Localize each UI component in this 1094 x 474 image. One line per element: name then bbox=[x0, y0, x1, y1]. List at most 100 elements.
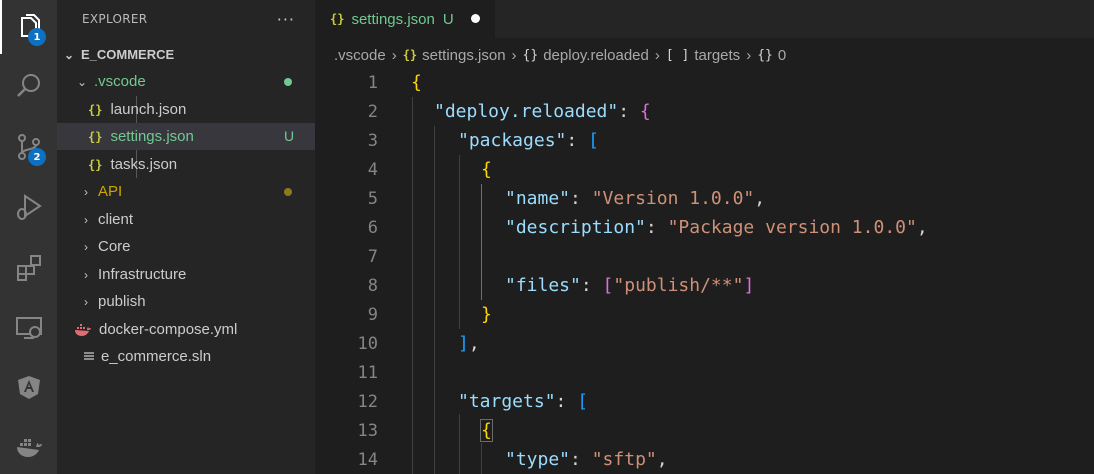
tree-item-label: API bbox=[98, 183, 123, 200]
explorer-header: EXPLORER ··· bbox=[57, 0, 315, 38]
code-brace: { bbox=[481, 159, 492, 180]
code-bracket: ] bbox=[458, 333, 469, 354]
json-key: "deploy.reloaded" bbox=[434, 101, 619, 122]
source-control-activity-button[interactable]: 2 bbox=[0, 120, 57, 174]
explorer-title: EXPLORER bbox=[82, 12, 148, 26]
tab-bar: {} settings.json U bbox=[315, 0, 1094, 38]
tree-item-settings-json[interactable]: {} settings.json U bbox=[57, 123, 315, 150]
json-comma: , bbox=[754, 188, 766, 209]
run-debug-activity-button[interactable] bbox=[0, 180, 57, 234]
chevron-down-icon: ⌄ bbox=[76, 74, 88, 89]
tree-item-infrastructure-folder[interactable]: › Infrastructure bbox=[57, 261, 315, 288]
docker-activity-button[interactable] bbox=[0, 420, 57, 474]
json-string: "Version 1.0.0" bbox=[591, 188, 755, 209]
chevron-right-icon: › bbox=[84, 184, 88, 199]
angular-icon bbox=[17, 376, 40, 399]
explorer-sidebar: EXPLORER ··· ⌄ E_COMMERCE ⌄ .vscode {} l… bbox=[57, 0, 315, 474]
tree-item-label: Infrastructure bbox=[98, 266, 187, 283]
breadcrumb-deploy-reloaded[interactable]: deploy.reloaded bbox=[543, 47, 649, 64]
tree-item-label: publish bbox=[98, 293, 146, 310]
tree-item-publish-folder[interactable]: › publish bbox=[57, 288, 315, 315]
json-file-icon: {} bbox=[88, 157, 103, 172]
tab-settings-json[interactable]: {} settings.json U bbox=[315, 0, 495, 38]
code-content: "description": "Package version 1.0.0", bbox=[505, 217, 928, 238]
code-brace: } bbox=[481, 304, 492, 325]
modified-dot-icon bbox=[284, 188, 292, 196]
code-line: 9 } bbox=[315, 300, 1094, 329]
code-content: "packages": [ bbox=[458, 130, 599, 151]
code-bracket: [ bbox=[602, 275, 614, 296]
remote-explorer-icon bbox=[15, 317, 42, 339]
tree-item-core-folder[interactable]: › Core bbox=[57, 233, 315, 260]
code-line: 1 { bbox=[315, 68, 1094, 97]
tab-untracked-badge: U bbox=[442, 10, 454, 28]
code-brace: { bbox=[481, 420, 492, 441]
line-number: 13 bbox=[357, 420, 378, 441]
tree-item-vscode-folder[interactable]: ⌄ .vscode bbox=[57, 68, 315, 95]
code-content: "deploy.reloaded": { bbox=[434, 101, 651, 122]
file-lines-icon bbox=[84, 348, 94, 365]
json-key: "targets" bbox=[458, 391, 556, 412]
code-content: { bbox=[480, 419, 493, 442]
workspace-root[interactable]: ⌄ E_COMMERCE bbox=[57, 41, 315, 68]
tree-item-label: docker-compose.yml bbox=[99, 321, 238, 338]
unsaved-dot-icon[interactable] bbox=[471, 14, 480, 23]
line-number: 5 bbox=[367, 188, 378, 209]
tree-item-client-folder[interactable]: › client bbox=[57, 206, 315, 233]
code-line: 6 "description": "Package version 1.0.0"… bbox=[315, 213, 1094, 242]
json-comma: , bbox=[468, 333, 480, 354]
code-line: 8 "files": ["publish/**"] bbox=[315, 271, 1094, 300]
json-string: "Package version 1.0.0" bbox=[667, 217, 917, 238]
breadcrumb-file[interactable]: settings.json bbox=[422, 47, 505, 64]
breadcrumb-targets[interactable]: targets bbox=[694, 47, 740, 64]
chevron-down-icon: ⌄ bbox=[63, 47, 75, 62]
json-string: "sftp" bbox=[591, 449, 657, 470]
json-file-icon: {} bbox=[402, 48, 418, 62]
chevron-right-icon: › bbox=[84, 212, 88, 227]
code-brace: { bbox=[639, 101, 651, 122]
remote-explorer-activity-button[interactable] bbox=[0, 301, 57, 355]
source-control-badge: 2 bbox=[28, 148, 46, 166]
tree-item-api-folder[interactable]: › API bbox=[57, 178, 315, 205]
code-line: 11 bbox=[315, 358, 1094, 387]
code-bracket: [ bbox=[588, 130, 599, 151]
chevron-right-icon: › bbox=[84, 294, 88, 309]
code-line: 4 { bbox=[315, 155, 1094, 184]
untracked-badge: U bbox=[284, 128, 295, 144]
tree-item-launch-json[interactable]: {} launch.json bbox=[57, 96, 315, 123]
code-bracket: ] bbox=[743, 275, 755, 296]
json-key: "files" bbox=[505, 275, 581, 296]
tree-item-e-commerce-sln[interactable]: e_commerce.sln bbox=[57, 343, 315, 370]
breadcrumb-index[interactable]: 0 bbox=[778, 47, 786, 64]
code-content: "name": "Version 1.0.0", bbox=[505, 188, 765, 209]
search-activity-button[interactable] bbox=[0, 59, 57, 113]
explorer-activity-button[interactable]: 1 bbox=[0, 0, 57, 54]
chevron-right-icon: › bbox=[84, 267, 88, 282]
more-actions-icon[interactable]: ··· bbox=[277, 10, 295, 29]
code-content: ], bbox=[458, 333, 480, 354]
json-colon: : bbox=[570, 188, 592, 209]
code-line: 13 { bbox=[315, 416, 1094, 445]
line-number: 1 bbox=[367, 72, 378, 93]
code-line: 5 "name": "Version 1.0.0", bbox=[315, 184, 1094, 213]
explorer-badge: 1 bbox=[28, 28, 46, 46]
extensions-activity-button[interactable] bbox=[0, 241, 57, 295]
breadcrumb-folder[interactable]: .vscode bbox=[334, 47, 386, 64]
json-colon: : bbox=[555, 391, 578, 412]
json-string: "publish/**" bbox=[613, 275, 744, 296]
tree-item-docker-compose[interactable]: docker-compose.yml bbox=[57, 316, 315, 343]
activity-bar: 1 2 bbox=[0, 0, 57, 474]
json-key: "type" bbox=[505, 449, 571, 470]
json-file-icon: {} bbox=[88, 129, 103, 144]
line-number: 14 bbox=[357, 449, 378, 470]
tree-item-tasks-json[interactable]: {} tasks.json bbox=[57, 151, 315, 178]
run-debug-icon bbox=[16, 194, 42, 220]
json-comma: , bbox=[916, 217, 928, 238]
json-colon: : bbox=[645, 217, 668, 238]
docker-file-icon bbox=[75, 323, 91, 336]
chevron-right-icon: › bbox=[746, 46, 752, 64]
angular-activity-button[interactable] bbox=[0, 361, 57, 415]
code-line: 12 "targets": [ bbox=[315, 387, 1094, 416]
search-icon bbox=[16, 74, 40, 97]
tree-item-label: launch.json bbox=[110, 101, 187, 118]
